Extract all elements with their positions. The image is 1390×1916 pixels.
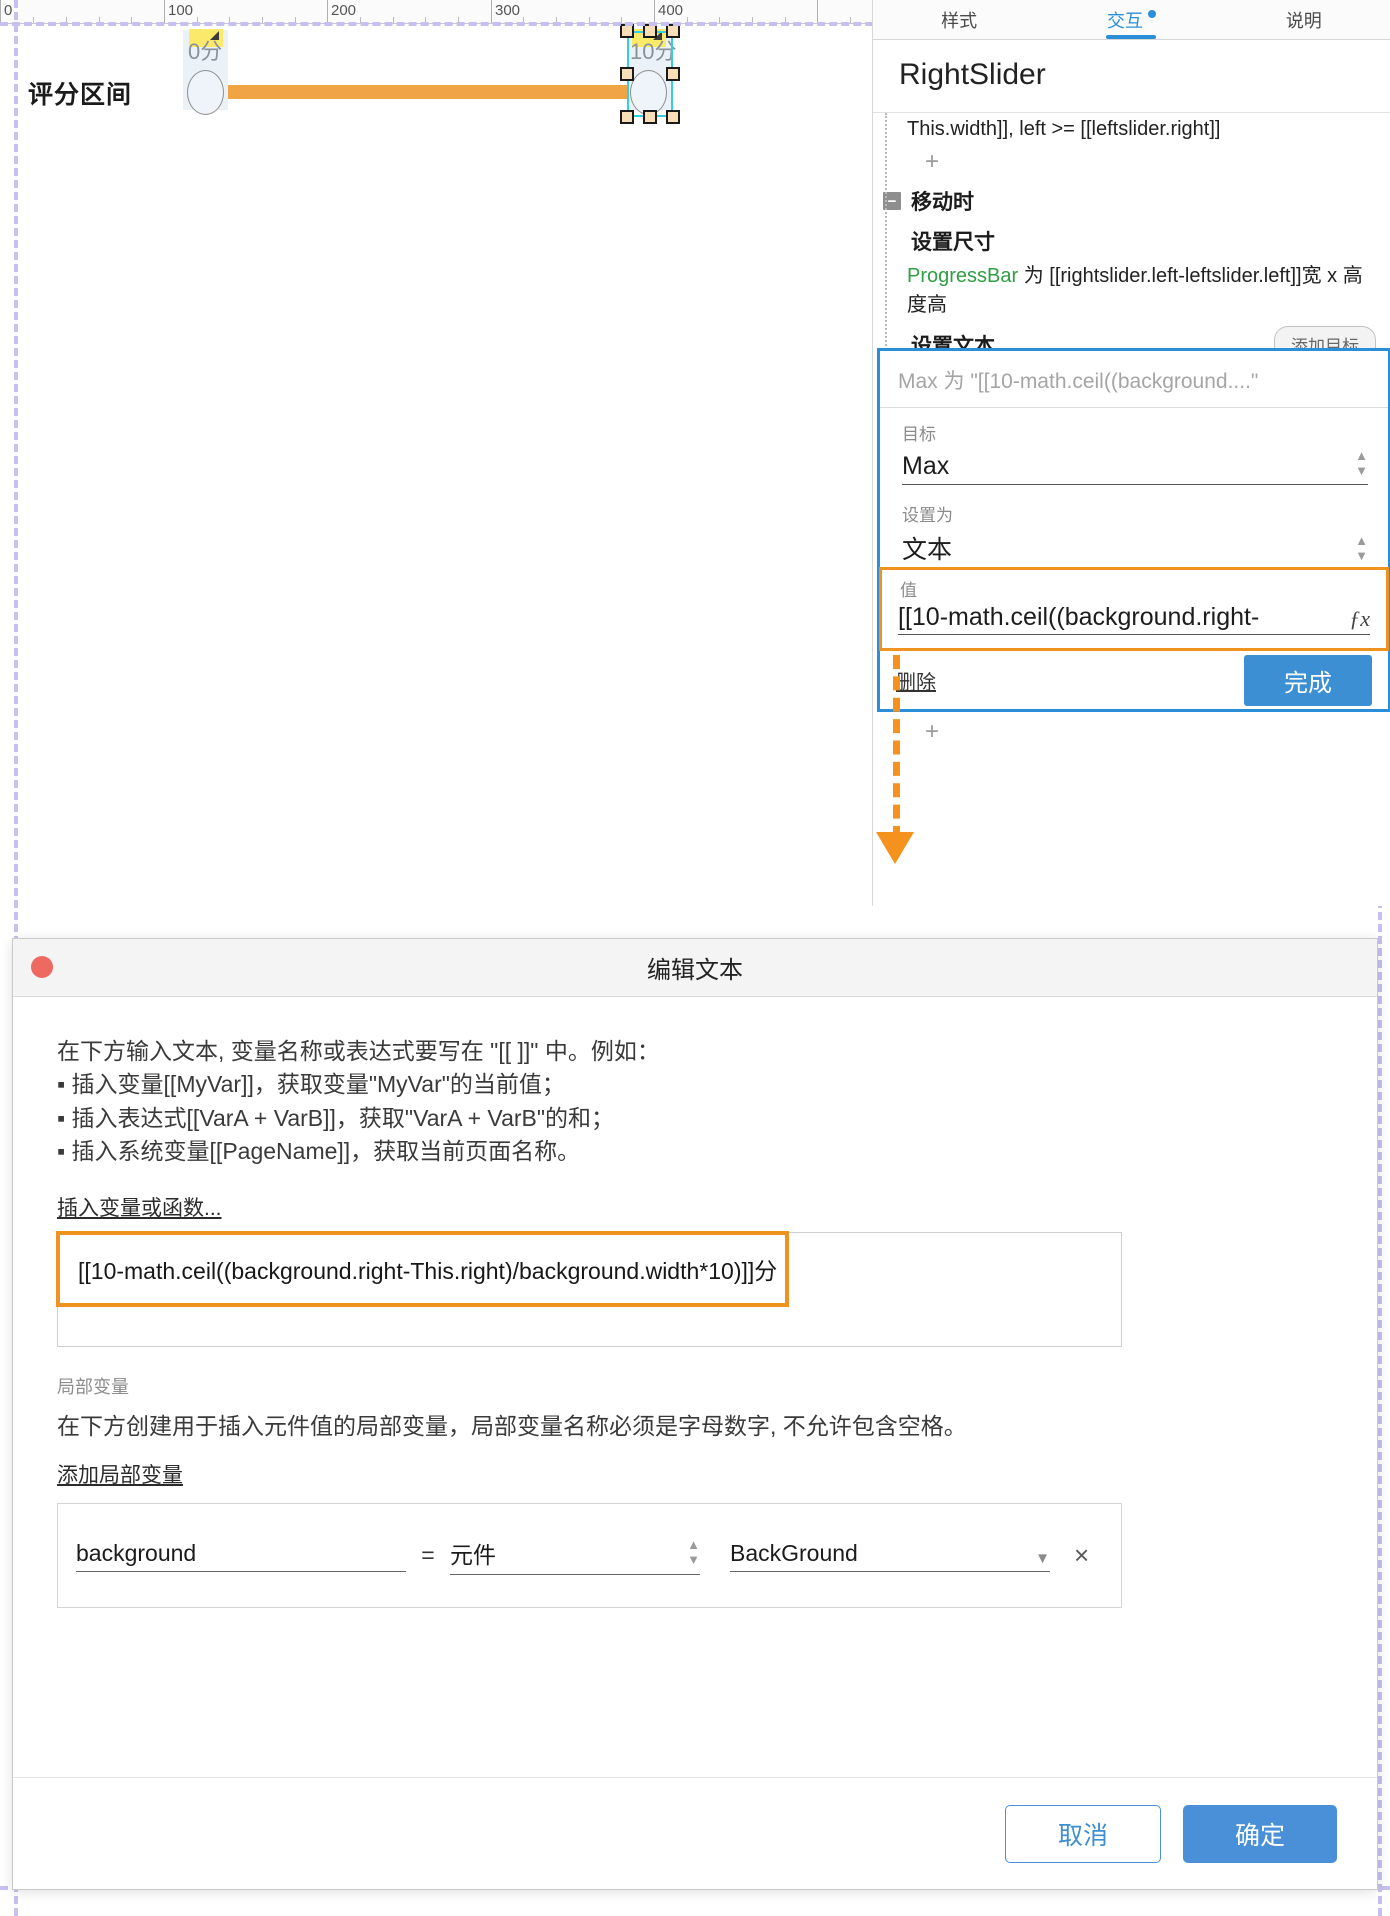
- local-variable-name-input[interactable]: background: [76, 1540, 406, 1572]
- action-set-size-label: 设置尺寸: [911, 231, 995, 254]
- set-text-summary-line[interactable]: Max 为 "[[10-math.ceil((background....": [880, 351, 1388, 408]
- set-as-select[interactable]: 文本 ▲ ▼: [902, 530, 1368, 570]
- local-variable-type-select[interactable]: 元件 ▲ ▼: [450, 1536, 700, 1576]
- resize-handle-w[interactable]: [620, 67, 634, 81]
- expression-text: [[10-math.ceil((background.right-This.ri…: [78, 1258, 778, 1285]
- resize-handle-e[interactable]: [666, 67, 680, 81]
- ruler-label: 0: [4, 2, 13, 19]
- target-select-value: Max: [902, 452, 950, 480]
- instruction-head: 在下方输入文本, 变量名称或表达式要写在 "[[ ]]" 中。例如：: [57, 1038, 660, 1064]
- target-field[interactable]: 目标 Max ▲ ▼: [880, 408, 1388, 489]
- value-input-text[interactable]: [[10-math.ceil((background.right-: [898, 603, 1259, 632]
- expression-highlight-box[interactable]: [[10-math.ceil((background.right-This.ri…: [56, 1231, 789, 1308]
- target-select[interactable]: Max ▲ ▼: [902, 449, 1368, 485]
- callout-connector-line: [893, 655, 900, 840]
- inspector-panel[interactable]: 样式 交互 说明 RightSlider This.width]], left …: [872, 0, 1390, 906]
- target-field-label: 目标: [902, 425, 936, 444]
- tab-interaction-indicator-dot: [1147, 9, 1156, 18]
- event-list[interactable]: This.width]], left >= [[leftslider.right…: [873, 113, 1390, 369]
- stepper-icon[interactable]: ▲ ▼: [687, 1538, 700, 1570]
- dialog-title: 编辑文本: [647, 957, 743, 984]
- resize-handle-sw[interactable]: [620, 110, 634, 124]
- ruler-label: 200: [331, 2, 357, 19]
- local-variable-widget-value: BackGround: [730, 1539, 858, 1566]
- close-icon[interactable]: [31, 956, 53, 978]
- tab-interaction-label: 交互: [1106, 10, 1143, 31]
- set-as-select-value: 文本: [902, 536, 953, 564]
- editor-action-row[interactable]: 删除 完成: [877, 651, 1390, 712]
- left-slider-knob[interactable]: [187, 70, 224, 115]
- resize-handle-s[interactable]: [643, 110, 657, 124]
- instruction-bullet: 插入系统变量[[PageName]]，获取当前页面名称。: [57, 1135, 1333, 1168]
- cancel-button[interactable]: 取消: [1004, 1804, 1161, 1863]
- tab-notes-label: 说明: [1285, 10, 1322, 31]
- insert-variable-or-function-link[interactable]: 插入变量或函数...: [57, 1192, 222, 1222]
- horizontal-ruler: 0 100 200 300 400: [0, 0, 872, 24]
- dialog-title-bar: 编辑文本: [13, 939, 1377, 997]
- callout-arrow-icon: [876, 832, 914, 864]
- tab-interaction[interactable]: 交互: [1045, 0, 1217, 39]
- stepper-icon[interactable]: ▲ ▼: [1355, 449, 1368, 481]
- instruction-block: 在下方输入文本, 变量名称或表达式要写在 "[[ ]]" 中。例如： 插入变量[…: [57, 1035, 1333, 1168]
- ruler-label: 100: [168, 2, 194, 19]
- tab-notes[interactable]: 说明: [1218, 0, 1390, 39]
- add-local-variable-link[interactable]: 添加局部变量: [57, 1459, 183, 1489]
- dialog-body: 在下方输入文本, 变量名称或表达式要写在 "[[ ]]" 中。例如： 插入变量[…: [13, 997, 1377, 1609]
- add-action-button[interactable]: +: [873, 716, 939, 752]
- event-tree-rail: [885, 113, 887, 369]
- instruction-bullet: 插入表达式[[VarA + VarB]]，获取"VarA + VarB"的和；: [57, 1102, 1333, 1135]
- tab-style-label: 样式: [941, 10, 978, 31]
- add-condition-button[interactable]: +: [873, 146, 1390, 182]
- group-title-label: 评分区间: [28, 81, 133, 109]
- dialog-footer: 取消 确定: [13, 1777, 1377, 1889]
- chevron-down-icon[interactable]: ▼: [1035, 1550, 1050, 1567]
- ruler-label: 400: [658, 2, 684, 19]
- set-as-field[interactable]: 设置为 文本 ▲ ▼: [880, 489, 1388, 574]
- local-variable-description: 在下方创建用于插入元件值的局部变量，局部变量名称必须是字母数字, 不允许包含空格…: [57, 1413, 967, 1440]
- local-variable-type-value: 元件: [450, 1542, 496, 1569]
- tab-style[interactable]: 样式: [873, 0, 1045, 39]
- design-canvas[interactable]: 0 100 200 300 400 评分区间 0分 10分: [0, 0, 872, 960]
- ruler-label: 300: [495, 2, 521, 19]
- edit-text-dialog[interactable]: 编辑文本 在下方输入文本, 变量名称或表达式要写在 "[[ ]]" 中。例如： …: [12, 938, 1378, 1890]
- value-field-card[interactable]: 值 [[10-math.ceil((background.right- ƒx: [879, 567, 1389, 651]
- equals-sign: =: [421, 1542, 435, 1569]
- condition-expression-line[interactable]: This.width]], left >= [[leftslider.right…: [873, 113, 1390, 146]
- done-button[interactable]: 完成: [1244, 654, 1372, 706]
- progress-track[interactable]: [205, 85, 645, 99]
- stepper-icon[interactable]: ▲ ▼: [1355, 534, 1368, 566]
- expression-textarea[interactable]: [[10-math.ceil((background.right-This.ri…: [56, 1231, 1122, 1348]
- remove-local-variable-icon[interactable]: ×: [1074, 1540, 1089, 1571]
- resize-handle-se[interactable]: [666, 110, 680, 124]
- local-variable-widget-select[interactable]: BackGround ▼: [730, 1540, 1050, 1572]
- left-slider-caption: 0分: [188, 39, 223, 64]
- set-as-field-label: 设置为: [902, 506, 953, 525]
- local-variable-section-label: 局部变量: [57, 1377, 129, 1398]
- selected-widget-name: RightSlider: [873, 40, 1390, 113]
- resize-handle-nw[interactable]: [620, 24, 634, 38]
- local-variable-row[interactable]: background = 元件 ▲ ▼ BackGround ▼ ×: [57, 1503, 1122, 1609]
- inspector-tabs[interactable]: 样式 交互 说明: [873, 0, 1390, 40]
- delete-action-link[interactable]: 删除: [896, 666, 936, 695]
- set-size-target: ProgressBar: [907, 265, 1019, 287]
- fx-icon[interactable]: ƒx: [1343, 606, 1370, 632]
- resize-handle-n[interactable]: [643, 24, 657, 38]
- event-group-on-move[interactable]: − 移动时: [873, 182, 1390, 220]
- value-field-label: 值: [900, 581, 917, 600]
- value-input-row[interactable]: [[10-math.ceil((background.right- ƒx: [898, 603, 1370, 635]
- instruction-bullet: 插入变量[[MyVar]]，获取变量"MyVar"的当前值；: [57, 1068, 1333, 1101]
- event-group-label: 移动时: [911, 191, 974, 214]
- confirm-button[interactable]: 确定: [1182, 1804, 1337, 1863]
- set-size-detail[interactable]: ProgressBar 为 [[rightslider.left-leftsli…: [873, 260, 1390, 322]
- resize-handle-ne[interactable]: [666, 24, 680, 38]
